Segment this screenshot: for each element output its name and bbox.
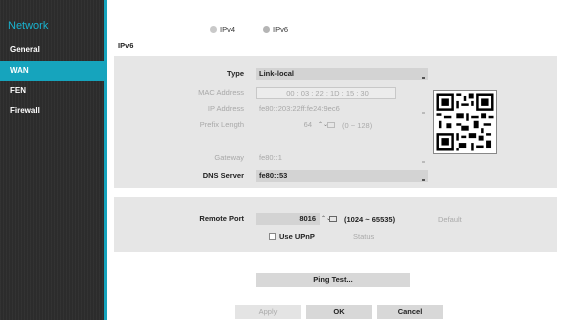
keyboard-icon[interactable] [329,216,337,222]
chevron-down-icon [422,161,425,163]
sidebar: Network General WAN FEN Firewall [0,0,107,320]
sidebar-item-fen[interactable]: FEN [0,81,104,101]
main-content: IPv4 IPv6 IPv6 Type Link-local MAC Addre… [110,0,562,320]
type-value: Link-local [259,69,295,78]
tab-ipv4-label: IPv4 [220,25,236,34]
remote-port-field[interactable]: 8016 [256,213,320,225]
gateway-label: Gateway [214,153,244,162]
dns-label: DNS Server [202,171,244,180]
type-dropdown[interactable]: Link-local [256,68,428,80]
cancel-button[interactable]: Cancel [377,305,443,319]
ip-version-tabs: IPv4 IPv6 [210,25,288,34]
status-button[interactable]: Status [353,232,374,241]
sidebar-title: Network [8,20,49,32]
chevron-down-icon [422,77,425,79]
default-button[interactable]: Default [438,215,462,224]
prefix-range: (0 ~ 128) [342,121,373,130]
ok-button[interactable]: OK [306,305,372,319]
sidebar-item-firewall[interactable]: Firewall [0,101,104,121]
ip-value: fe80::203:22ff:fe24:9ec6 [259,104,340,113]
remote-port-range: (1024 ~ 65535) [344,215,396,224]
section-title: IPv6 [118,41,134,50]
remote-port-label: Remote Port [199,214,244,223]
chevron-down-icon [422,112,425,114]
remote-port-panel: Remote Port 8016 ⌃⌄ (1024 ~ 65535) Defau… [114,197,557,252]
keyboard-icon [327,122,335,128]
sidebar-item-wan[interactable]: WAN [0,61,104,81]
qr-code [433,90,497,154]
ping-test-button[interactable]: Ping Test... [256,273,410,287]
upnp-checkbox[interactable] [269,233,276,240]
ip-label: IP Address [207,104,244,113]
radio-ipv4[interactable] [210,26,217,33]
sidebar-item-general[interactable]: General [0,40,104,60]
tab-ipv4[interactable]: IPv4 [210,25,235,34]
tab-ipv6[interactable]: IPv6 [263,25,288,34]
mac-field: 00 : 03 : 22 : 1D : 15 : 30 [256,87,396,99]
prefix-field: 64 [303,120,312,129]
prefix-label: Prefix Length [199,120,244,129]
tab-ipv6-label: IPv6 [273,25,289,34]
dns-dropdown[interactable]: fe80::53 [256,170,428,182]
gateway-field: fe80::1 [256,152,428,164]
qr-code-icon [436,93,494,151]
gateway-value: fe80::1 [259,153,282,162]
radio-ipv6[interactable] [263,26,271,33]
apply-button[interactable]: Apply [235,305,301,319]
dns-value: fe80::53 [259,171,288,180]
chevron-down-icon [422,179,425,181]
upnp-label: Use UPnP [279,232,315,241]
type-label: Type [227,69,244,78]
mac-label: MAC Address [198,88,244,97]
ip-field: fe80::203:22ff:fe24:9ec6 [256,103,428,115]
